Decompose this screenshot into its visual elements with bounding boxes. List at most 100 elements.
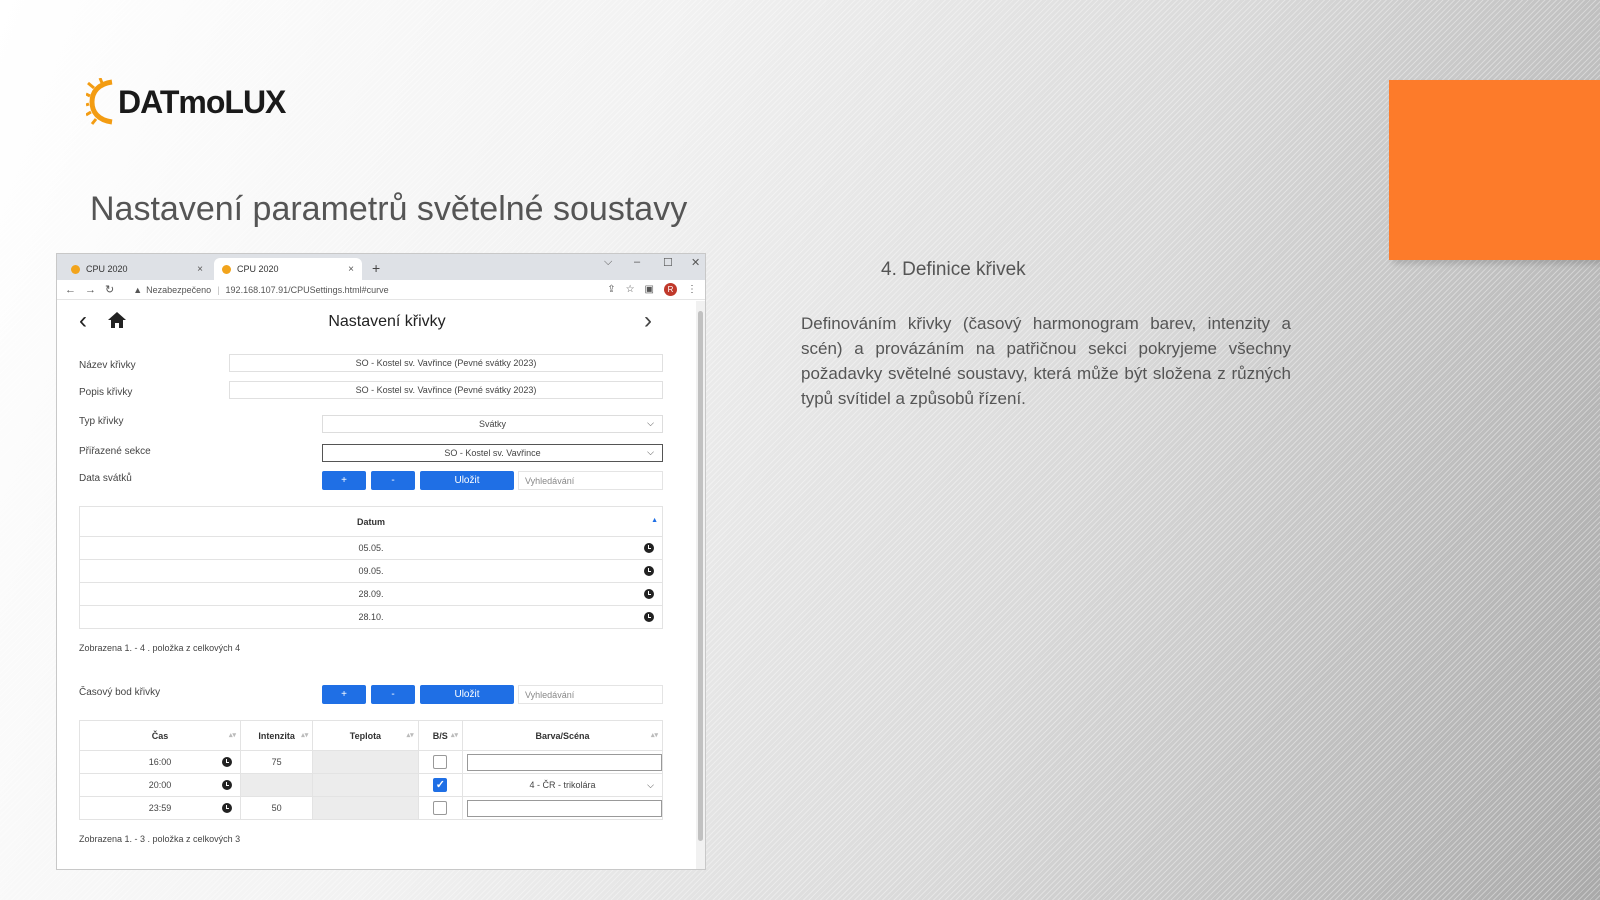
sort-icon[interactable]: ▴▾ (407, 731, 414, 739)
maximize-icon[interactable]: ☐ (663, 256, 673, 269)
intensity-cell[interactable]: 50 (239, 796, 314, 820)
holidays-label: Data svátků (79, 473, 132, 484)
curve-name-label: Název křivky (79, 360, 136, 371)
minimize-icon[interactable]: – (634, 256, 640, 268)
sections-label: Přiřazené sekce (79, 446, 151, 457)
clock-icon[interactable] (644, 566, 654, 576)
datmolux-logo: DATmoLUX (86, 78, 286, 126)
remove-point-button[interactable]: - (371, 685, 415, 704)
window-close-icon[interactable]: ✕ (691, 256, 700, 269)
header-label: Barva/Scéna (535, 730, 590, 741)
curve-type-label: Typ křivky (79, 416, 124, 427)
table-header-row: Čas ▴▾ Intenzita ▴▾ Teplota ▴▾ B/S ▴▾ Barva/… (79, 720, 663, 751)
dates-table-info: Zobrazena 1. - 4 . položka z celkových 4 (79, 643, 241, 653)
add-point-button[interactable]: + (322, 685, 366, 704)
table-header-row: Datum ▲ (79, 506, 663, 537)
time-cell[interactable]: 16:00 (149, 757, 172, 767)
browser-tab-1[interactable]: CPU 2020 × (63, 258, 211, 280)
tab-label: CPU 2020 (86, 264, 128, 274)
sort-icon[interactable]: ▴▾ (451, 731, 458, 739)
time-column-header[interactable]: Čas ▴▾ (79, 720, 241, 751)
browser-tab-2[interactable]: CPU 2020 × (214, 258, 362, 280)
bs-column-header[interactable]: B/S ▴▾ (417, 720, 464, 751)
time-cell[interactable]: 23:59 (149, 803, 172, 813)
sort-asc-icon[interactable]: ▲ (651, 517, 658, 524)
date-column-header[interactable]: Datum ▲ (79, 506, 663, 537)
close-icon[interactable]: × (348, 264, 354, 275)
page-title: Nastavení křivky (328, 313, 446, 330)
dates-search-input[interactable]: Vyhledávání (518, 471, 663, 490)
intensity-column-header[interactable]: Intenzita ▴▾ (239, 720, 314, 751)
table-row[interactable]: 05.05. (79, 536, 663, 560)
sort-icon[interactable]: ▴▾ (301, 731, 308, 739)
sort-icon[interactable]: ▴▾ (651, 731, 658, 739)
bs-checkbox[interactable] (433, 801, 448, 815)
clock-icon[interactable] (644, 543, 654, 553)
scene-field[interactable] (467, 753, 662, 771)
star-icon[interactable]: ☆ (626, 284, 635, 295)
header-label: Intenzita (258, 730, 295, 741)
warning-icon[interactable]: ▲ (133, 285, 142, 295)
bs-checkbox[interactable] (433, 755, 448, 769)
scrollbar[interactable] (696, 301, 705, 869)
time-cell[interactable]: 20:00 (149, 780, 172, 790)
chevron-down-icon: ⌵ (647, 447, 654, 457)
table-row[interactable]: 09.05. (79, 559, 663, 583)
new-tab-button[interactable]: + (372, 260, 380, 276)
page-header: ‹ Nastavení křivky › (57, 309, 697, 335)
separator: | (217, 284, 220, 295)
curve-name-input[interactable]: SO - Kostel sv. Vavřince (Pevné svátky 2… (229, 354, 663, 372)
forward-arrow-icon[interactable]: → (85, 284, 96, 296)
clock-icon[interactable] (221, 757, 232, 767)
menu-icon[interactable]: ⋮ (687, 284, 697, 295)
header-label: Teplota (349, 730, 382, 741)
table-row[interactable]: 28.10. (79, 605, 663, 629)
favicon-icon (71, 264, 80, 274)
clock-icon[interactable] (221, 803, 232, 813)
sections-select[interactable]: SO - Kostel sv. Vavřince ⌵ (322, 444, 663, 462)
scrollbar-thumb[interactable] (698, 311, 703, 841)
close-icon[interactable]: × (197, 264, 203, 275)
temperature-cell (312, 773, 419, 797)
header-label: Datum (356, 516, 385, 527)
temperature-column-header[interactable]: Teplota ▴▾ (312, 720, 419, 751)
curve-type-select[interactable]: Svátky ⌵ (322, 415, 663, 433)
save-points-button[interactable]: Uložit (420, 685, 514, 704)
add-date-button[interactable]: + (322, 471, 366, 490)
tab-search-icon[interactable]: ⌵ (604, 256, 612, 269)
share-icon[interactable]: ⇪ (607, 284, 615, 295)
clock-icon[interactable] (644, 612, 654, 622)
sections-value: SO - Kostel sv. Vavřince (444, 448, 541, 458)
clock-icon[interactable] (644, 589, 654, 599)
scene-column-header[interactable]: Barva/Scéna ▴▾ (462, 720, 663, 751)
table-row[interactable]: 20:00 ✓ 4 - ČR - trikolára ⌵ (79, 773, 663, 797)
reload-icon[interactable]: ↻ (105, 283, 114, 296)
table-row[interactable]: 16:00 75 (79, 750, 663, 774)
intensity-cell[interactable]: 75 (239, 750, 314, 774)
url-field[interactable]: 192.168.107.91/CPUSettings.html#curve (226, 285, 389, 295)
temperature-cell (312, 750, 419, 774)
clock-icon[interactable] (221, 780, 232, 790)
temperature-cell (312, 796, 419, 820)
scene-value: 4 - ČR - trikolára (529, 780, 596, 790)
scene-field[interactable] (467, 799, 662, 817)
save-dates-button[interactable]: Uložit (420, 471, 514, 490)
profile-avatar[interactable]: R (664, 283, 677, 296)
forward-icon[interactable]: › (644, 309, 652, 333)
date-cell: 05.05. (358, 543, 384, 553)
scene-select[interactable]: 4 - ČR - trikolára ⌵ (462, 773, 663, 797)
date-cell: 28.10. (358, 612, 384, 622)
table-row[interactable]: 28.09. (79, 582, 663, 606)
curve-desc-label: Popis křivky (79, 387, 133, 398)
curve-desc-input[interactable]: SO - Kostel sv. Vavřince (Pevné svátky 2… (229, 381, 663, 399)
intensity-cell (239, 773, 314, 797)
security-status[interactable]: Nezabezpečeno (146, 285, 211, 295)
table-row[interactable]: 23:59 50 (79, 796, 663, 820)
points-search-input[interactable]: Vyhledávání (518, 685, 663, 704)
sort-icon[interactable]: ▴▾ (229, 731, 236, 739)
bs-checkbox-checked[interactable]: ✓ (433, 778, 448, 792)
sidebar-icon[interactable]: ▣ (645, 284, 654, 295)
header-label: Čas (151, 730, 169, 741)
remove-date-button[interactable]: - (371, 471, 415, 490)
back-arrow-icon[interactable]: ← (65, 284, 76, 296)
